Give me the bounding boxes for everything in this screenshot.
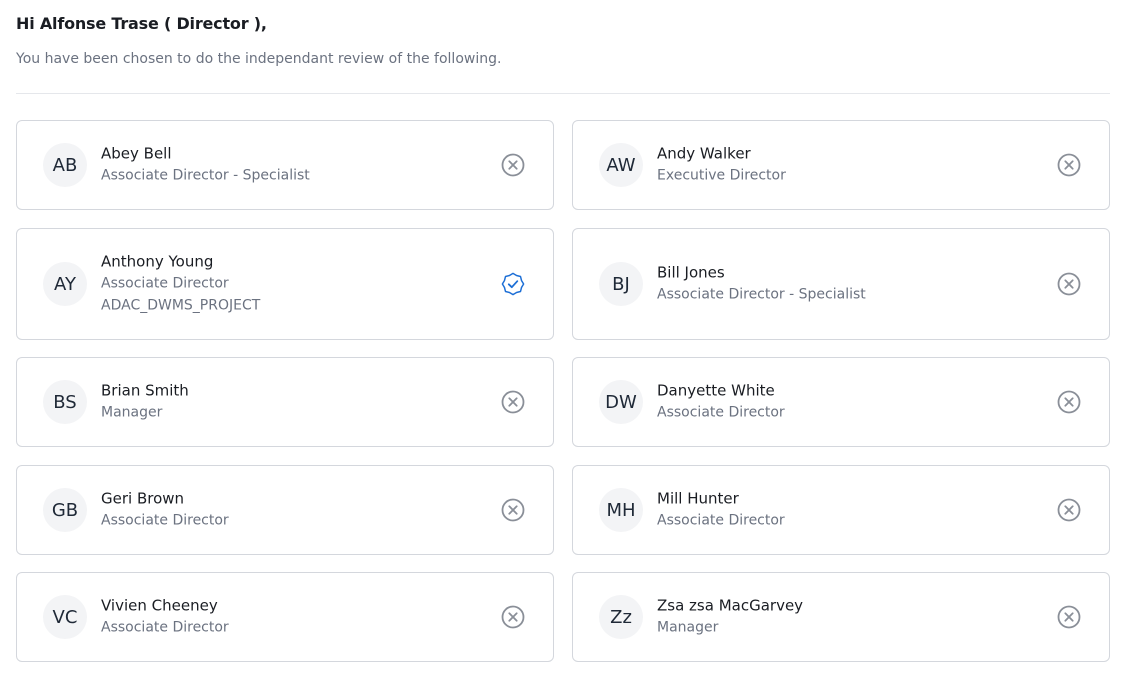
greeting-heading: Hi Alfonse Trase ( Director ), [16, 14, 267, 33]
deselect-x-icon[interactable] [500, 152, 526, 178]
reviewee-name: Danyette White [657, 381, 775, 400]
avatar: AY [43, 262, 87, 306]
reviewee-card[interactable]: AY Anthony Young Associate Director ADAC_DW… [16, 228, 554, 340]
reviewee-card[interactable]: Zz Zsa zsa MacGarvey Manager [572, 572, 1110, 662]
reviewee-info: Vivien Cheeney Associate Director [101, 597, 229, 638]
deselect-x-icon[interactable] [1056, 604, 1082, 630]
intro-text: You have been chosen to do the independa… [16, 51, 502, 67]
deselect-x-icon[interactable] [1056, 389, 1082, 415]
reviewee-role: Manager [101, 404, 163, 421]
reviewee-card[interactable]: VC Vivien Cheeney Associate Director [16, 572, 554, 662]
avatar: Zz [599, 595, 643, 639]
selected-check-icon[interactable] [500, 271, 526, 297]
deselect-x-icon[interactable] [1056, 152, 1082, 178]
reviewee-name: Andy Walker [657, 144, 751, 163]
reviewee-role: Associate Director [101, 619, 229, 636]
avatar: AB [43, 143, 87, 187]
reviewee-info: Mill Hunter Associate Director [657, 490, 785, 531]
deselect-x-icon[interactable] [500, 604, 526, 630]
header-divider [16, 93, 1110, 94]
deselect-x-icon[interactable] [1056, 271, 1082, 297]
reviewee-info: Abey Bell Associate Director - Specialist [101, 145, 310, 186]
reviewee-card[interactable]: AB Abey Bell Associate Director - Speciali… [16, 120, 554, 210]
avatar: VC [43, 595, 87, 639]
deselect-x-icon[interactable] [1056, 497, 1082, 523]
avatar: DW [599, 380, 643, 424]
reviewee-project: ADAC_DWMS_PROJECT [101, 297, 261, 314]
reviewee-card[interactable]: GB Geri Brown Associate Director [16, 465, 554, 555]
reviewee-card[interactable]: BJ Bill Jones Associate Director - Special… [572, 228, 1110, 340]
reviewee-name: Bill Jones [657, 263, 725, 282]
reviewee-role: Manager [657, 619, 719, 636]
reviewee-role: Associate Director [101, 275, 229, 292]
reviewee-role: Associate Director [657, 404, 785, 421]
avatar: BS [43, 380, 87, 424]
reviewee-card[interactable]: DW Danyette White Associate Director [572, 357, 1110, 447]
reviewee-card[interactable]: AW Andy Walker Executive Director [572, 120, 1110, 210]
reviewee-role: Associate Director - Specialist [657, 286, 866, 303]
reviewee-info: Geri Brown Associate Director [101, 490, 229, 531]
reviewee-name: Brian Smith [101, 381, 189, 400]
review-page: Hi Alfonse Trase ( Director ), You have … [0, 0, 1128, 678]
reviewee-info: Brian Smith Manager [101, 382, 189, 423]
avatar: BJ [599, 262, 643, 306]
reviewee-info: Bill Jones Associate Director - Specialis… [657, 264, 866, 305]
reviewee-name: Mill Hunter [657, 489, 739, 508]
reviewee-info: Anthony Young Associate Director ADAC_DWMS… [101, 253, 260, 316]
reviewee-name: Abey Bell [101, 144, 172, 163]
reviewee-role: Executive Director [657, 167, 786, 184]
reviewee-name: Vivien Cheeney [101, 596, 218, 615]
avatar: GB [43, 488, 87, 532]
reviewee-card[interactable]: BS Brian Smith Manager [16, 357, 554, 447]
avatar: AW [599, 143, 643, 187]
reviewee-info: Andy Walker Executive Director [657, 145, 786, 186]
reviewee-card[interactable]: MH Mill Hunter Associate Director [572, 465, 1110, 555]
avatar: MH [599, 488, 643, 532]
deselect-x-icon[interactable] [500, 497, 526, 523]
reviewee-role: Associate Director [657, 512, 785, 529]
deselect-x-icon[interactable] [500, 389, 526, 415]
reviewee-name: Geri Brown [101, 489, 185, 508]
reviewee-info: Zsa zsa MacGarvey Manager [657, 597, 803, 638]
reviewee-info: Danyette White Associate Director [657, 382, 785, 423]
reviewee-name: Anthony Young [101, 252, 214, 271]
reviewee-role: Associate Director [101, 512, 229, 529]
reviewee-name: Zsa zsa MacGarvey [657, 596, 804, 615]
reviewee-role: Associate Director - Specialist [101, 167, 310, 184]
